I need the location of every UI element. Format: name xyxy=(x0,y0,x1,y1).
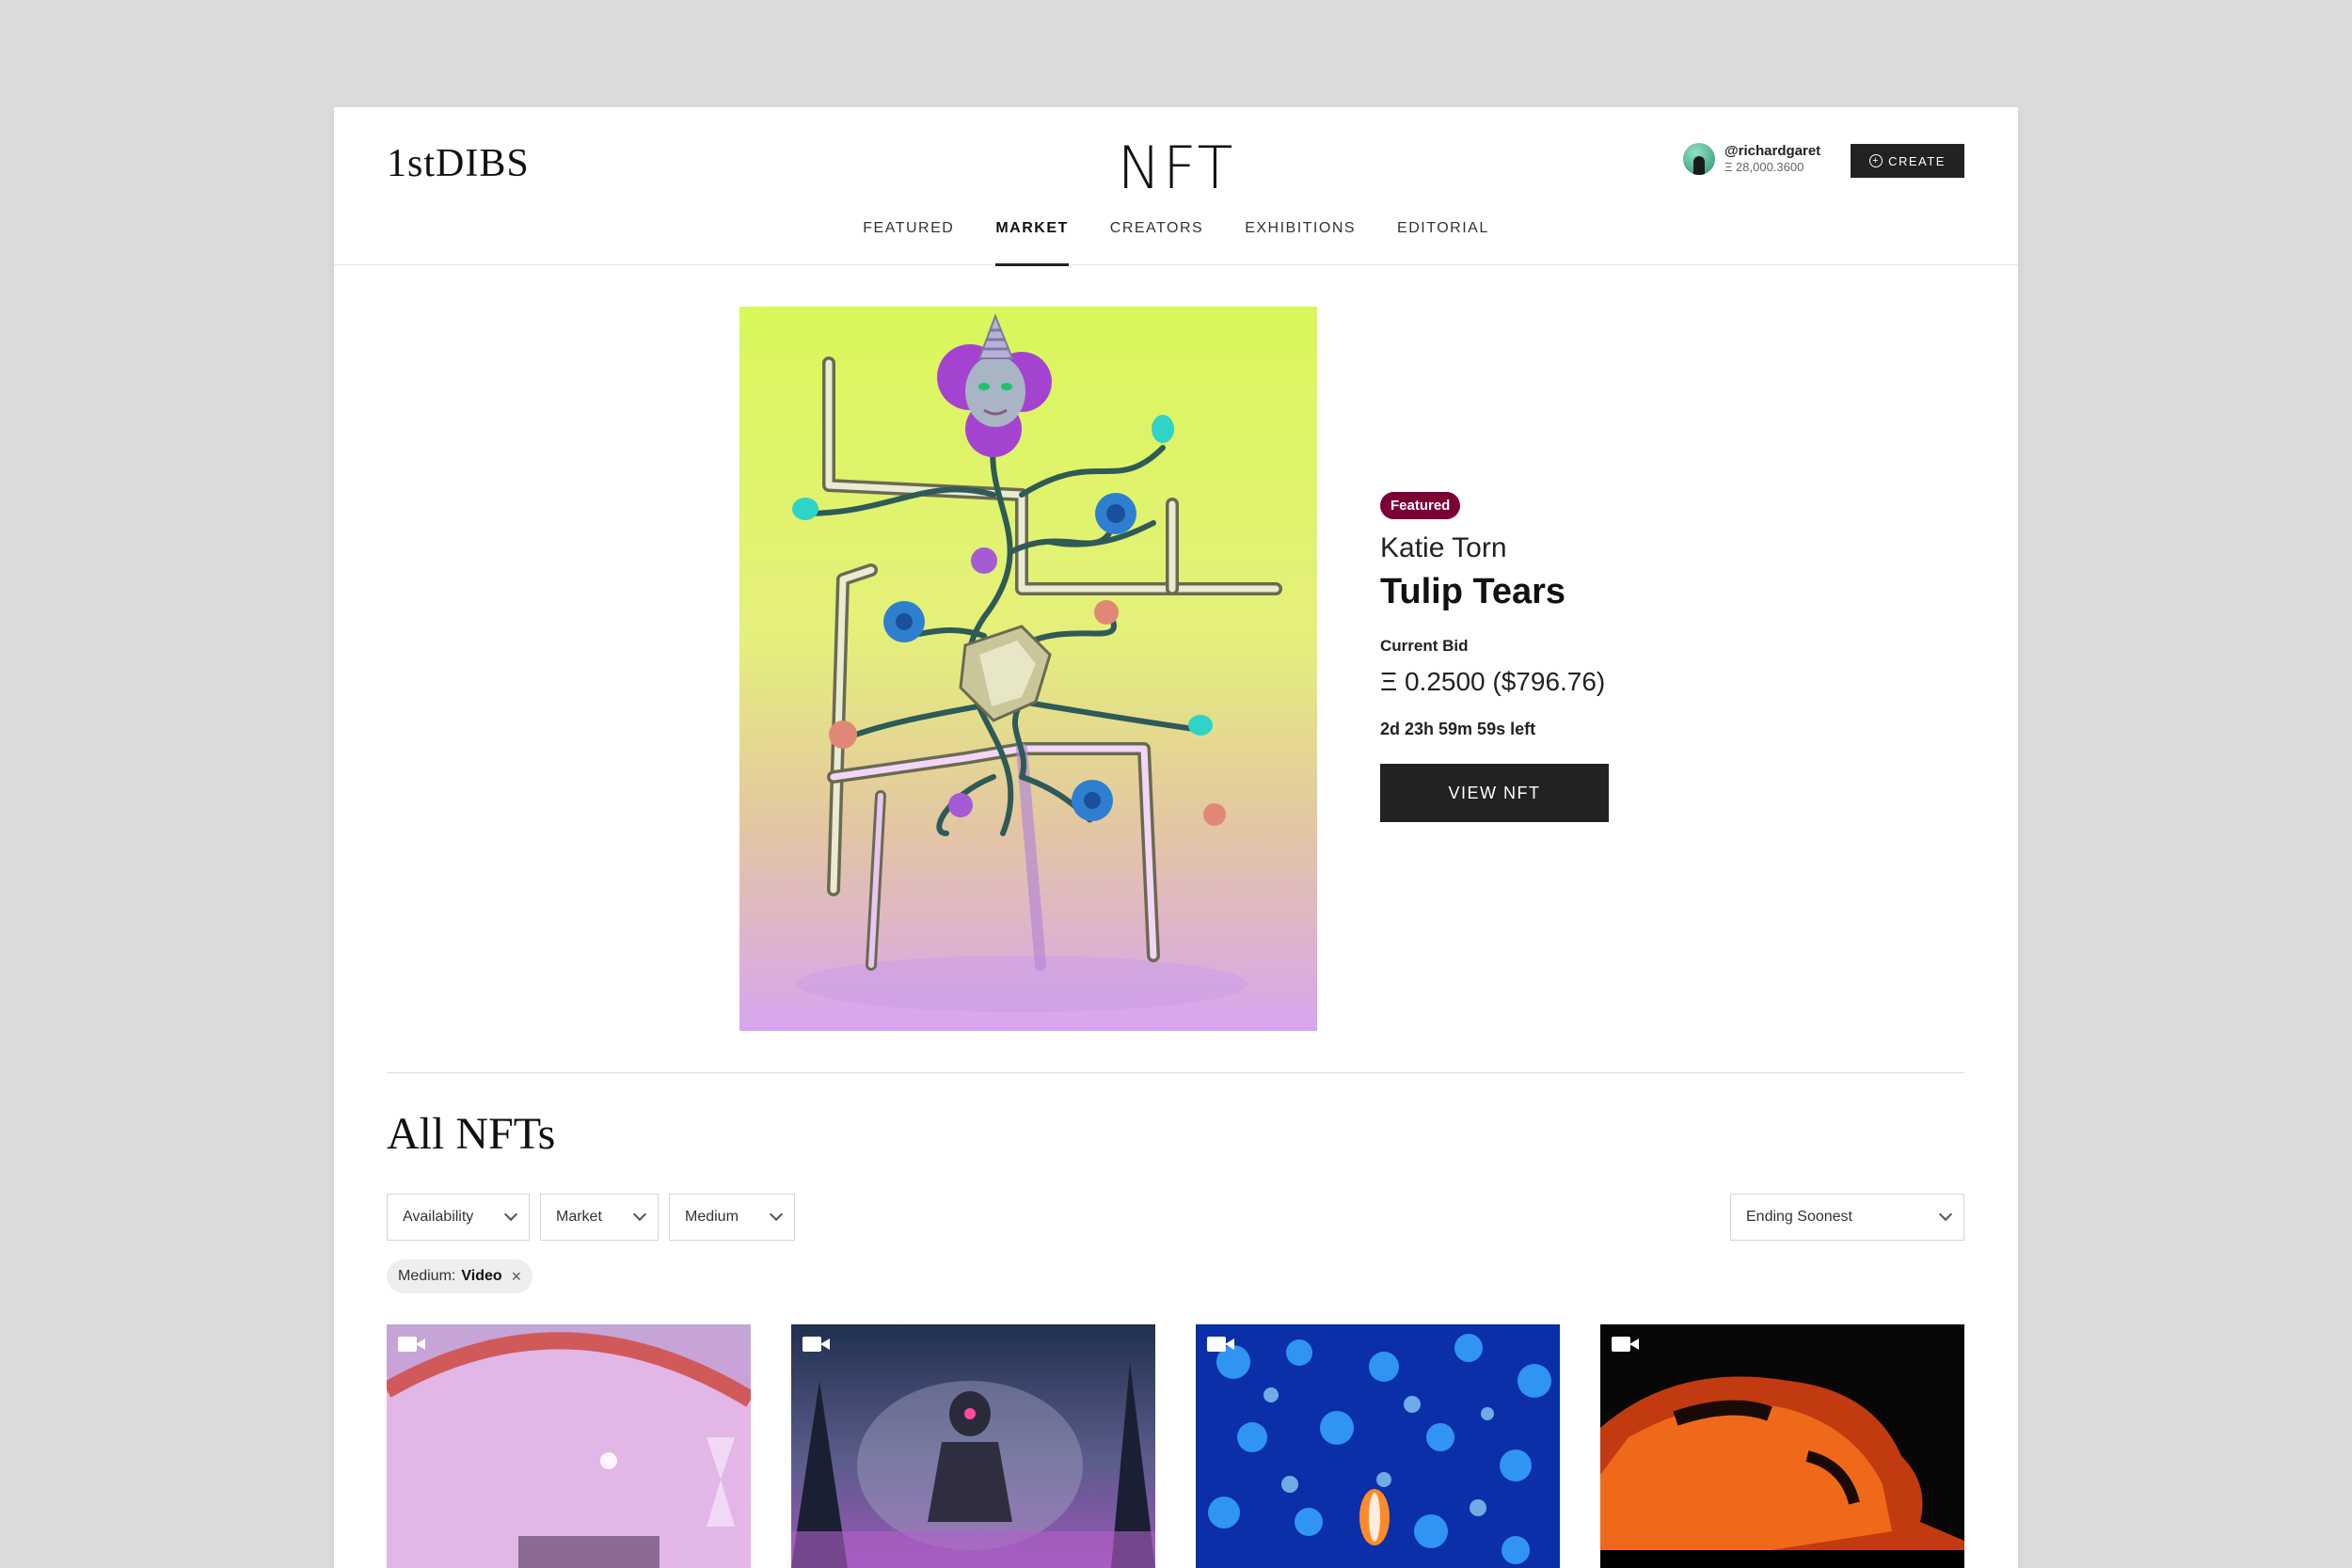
nft-thumbnail xyxy=(1208,1334,1551,1564)
header: 1stDIBS NFT @richardgaret Ξ 28,000.3600 … xyxy=(334,107,2018,266)
featured-title[interactable]: Tulip Tears xyxy=(1380,572,1756,612)
featured-artist[interactable]: Katie Torn xyxy=(1380,532,1756,564)
nft-thumbnail xyxy=(387,1332,751,1568)
current-bid-label: Current Bid xyxy=(1380,637,1469,655)
featured-badge: Featured xyxy=(1380,492,1461,519)
video-camera-icon xyxy=(1207,1336,1235,1353)
chevron-down-icon xyxy=(503,1207,518,1222)
create-label: CREATE xyxy=(1888,153,1946,168)
user-balance: Ξ 28,000.3600 xyxy=(1724,160,1804,175)
chevron-down-icon xyxy=(1938,1207,1953,1222)
sort-select-label: Ending Soonest xyxy=(1746,1209,1852,1225)
avatar[interactable] xyxy=(1683,143,1715,175)
nft-thumbnail xyxy=(1600,1376,1964,1568)
user-account[interactable]: @richardgaret Ξ 28,000.3600 xyxy=(1683,143,1820,175)
medium-filter-label: Medium xyxy=(685,1209,739,1225)
active-filter-chip: Medium: Video × xyxy=(387,1259,533,1293)
time-left: 2d 23h 59m 59s left xyxy=(1380,720,1536,738)
sort-select[interactable]: Ending Soonest xyxy=(1730,1194,1964,1241)
market-filter-label: Market xyxy=(556,1209,602,1225)
user-info: @richardgaret Ξ 28,000.3600 xyxy=(1724,143,1820,175)
active-filter-value: Video xyxy=(461,1268,502,1284)
nft-card[interactable] xyxy=(387,1324,751,1568)
nft-card[interactable] xyxy=(1600,1324,1964,1568)
availability-filter[interactable]: Availability xyxy=(387,1194,530,1241)
video-camera-icon xyxy=(398,1336,426,1353)
active-filter-label: Medium: xyxy=(398,1268,456,1284)
featured-artwork[interactable] xyxy=(739,307,1317,1031)
nft-card[interactable] xyxy=(1196,1324,1560,1568)
availability-filter-label: Availability xyxy=(403,1209,474,1225)
medium-filter[interactable]: Medium xyxy=(669,1194,795,1241)
tab-editorial[interactable]: EDITORIAL xyxy=(1397,220,1489,265)
all-nfts-title: All NFTs xyxy=(387,1109,556,1159)
tab-market[interactable]: MARKET xyxy=(995,220,1070,266)
market-filter[interactable]: Market xyxy=(540,1194,659,1241)
plus-circle-icon: + xyxy=(1869,154,1883,167)
app-window: 1stDIBS NFT @richardgaret Ξ 28,000.3600 … xyxy=(334,107,2018,1568)
tab-creators[interactable]: CREATORS xyxy=(1110,220,1203,265)
nft-thumbnail xyxy=(791,1362,1155,1568)
tab-exhibitions[interactable]: EXHIBITIONS xyxy=(1245,220,1356,265)
video-camera-icon xyxy=(803,1336,831,1353)
user-handle: @richardgaret xyxy=(1724,143,1821,160)
chevron-down-icon xyxy=(769,1207,784,1222)
create-button[interactable]: + CREATE xyxy=(1851,144,1964,178)
featured-info: Featured Katie Torn Tulip Tears Current … xyxy=(1380,492,1756,822)
video-camera-icon xyxy=(1612,1336,1640,1353)
tab-featured[interactable]: FEATURED xyxy=(863,220,954,265)
nft-card[interactable] xyxy=(791,1324,1155,1568)
section-divider xyxy=(387,1072,1964,1073)
main-nav: FEATURED MARKET CREATORS EXHIBITIONS EDI… xyxy=(334,220,2018,266)
current-bid-value: Ξ 0.2500 ($796.76) xyxy=(1380,667,1606,696)
view-nft-button[interactable]: VIEW NFT xyxy=(1380,764,1609,822)
close-icon[interactable]: × xyxy=(512,1267,522,1287)
chevron-down-icon xyxy=(632,1207,647,1222)
artwork-illustration xyxy=(792,313,1282,1012)
